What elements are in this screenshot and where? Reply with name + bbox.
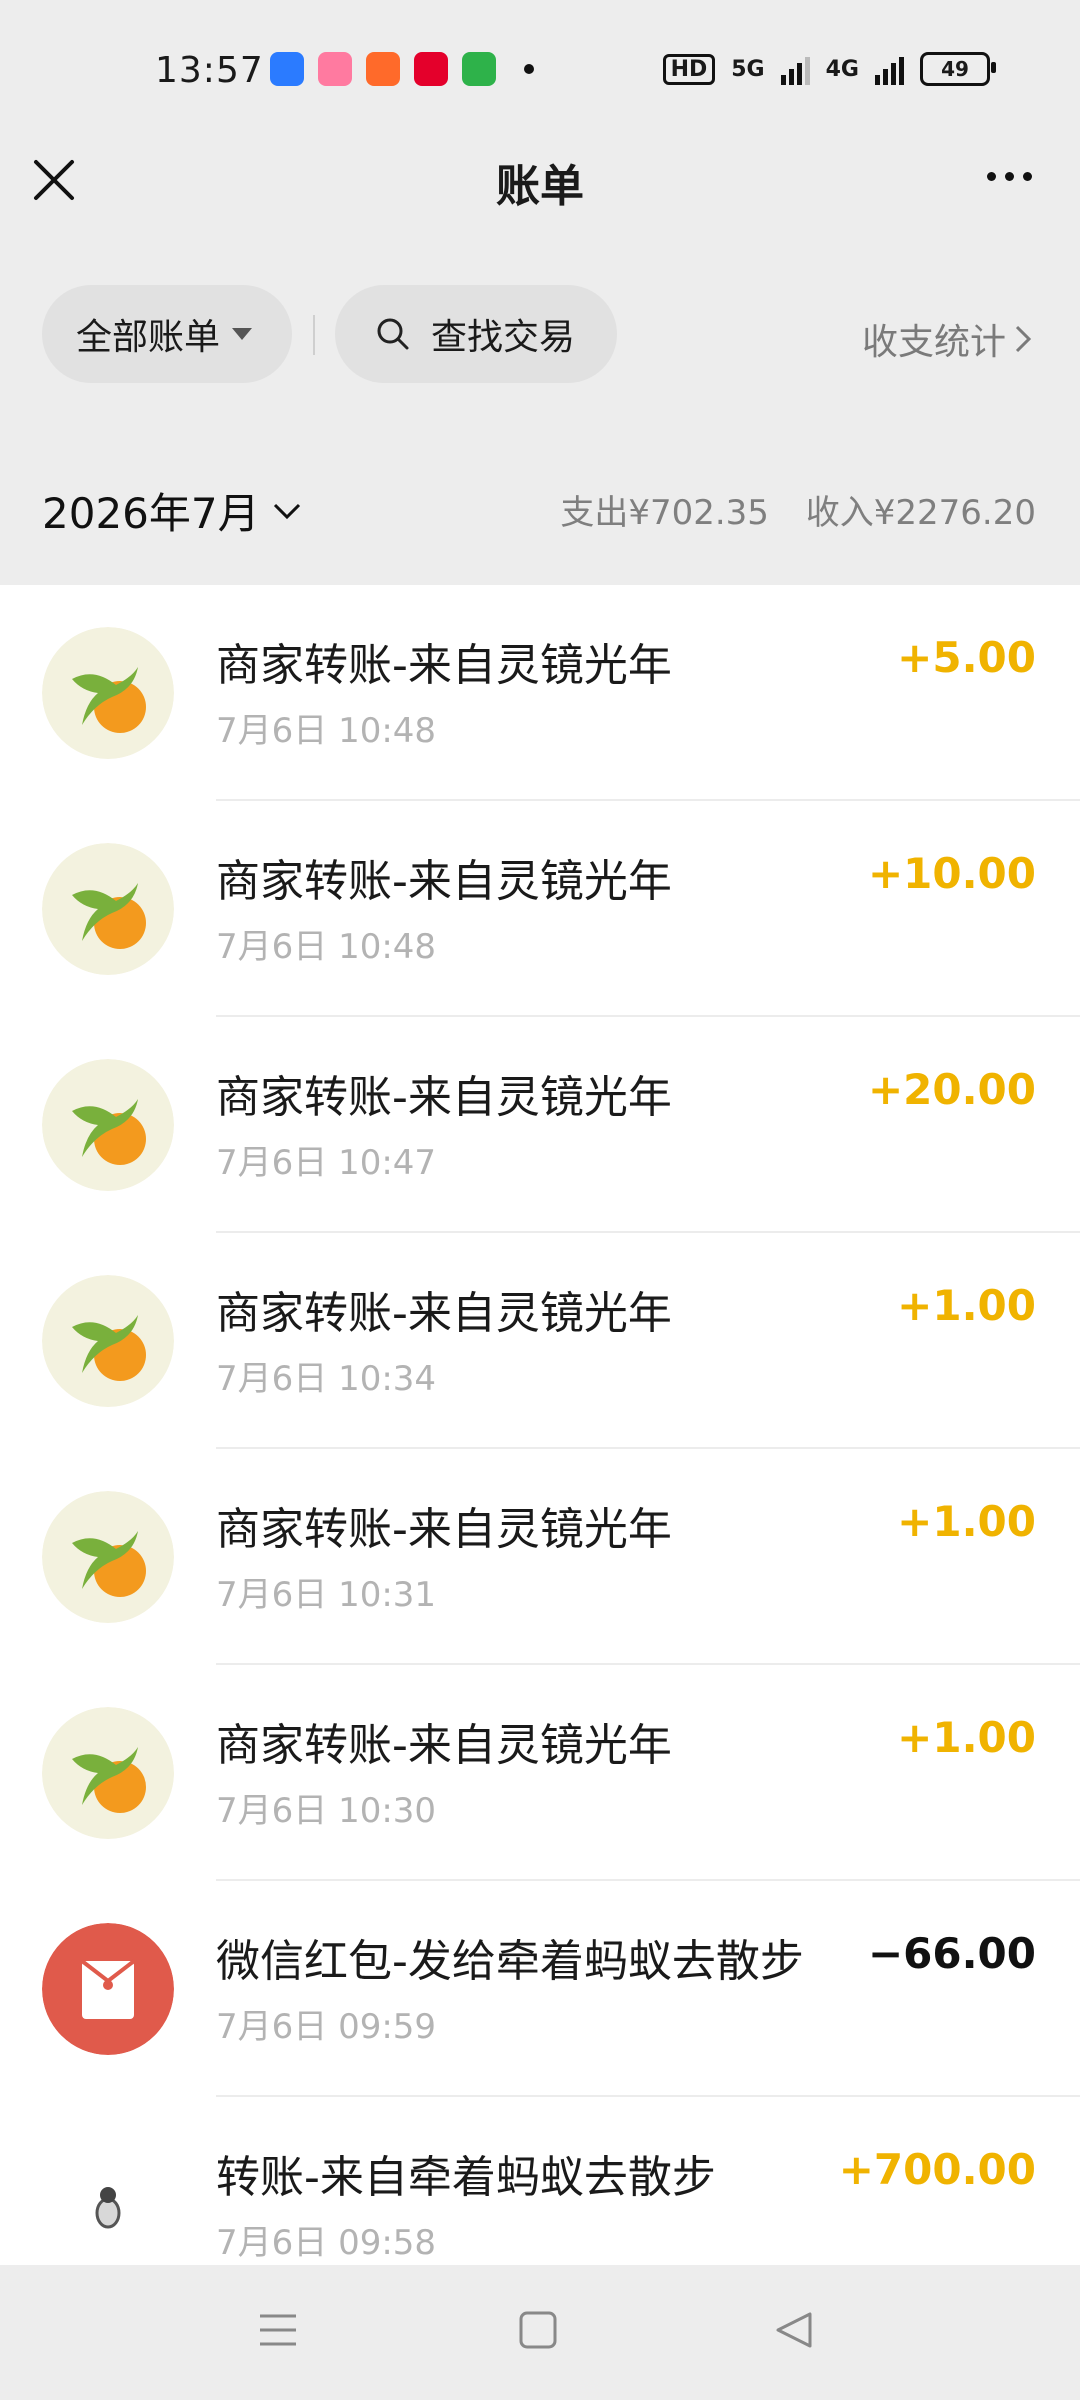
transaction-amount: +10.00 — [867, 849, 1036, 898]
search-icon — [377, 318, 409, 350]
page-title: 账单 — [496, 161, 584, 212]
month-summary: 2026年7月 支出¥702.35 收入¥2276.20 — [0, 430, 1080, 585]
transaction-amount: +1.00 — [897, 1281, 1036, 1330]
app-icon — [414, 52, 448, 86]
transaction-row[interactable]: 微信红包-发给牵着蚂蚁去散步 7月6日 09:59 −66.00 — [0, 1881, 1080, 2097]
app-icon — [318, 52, 352, 86]
user-avatar-icon — [42, 2139, 174, 2265]
income-total: 收入¥2276.20 — [805, 493, 1036, 533]
network-4g-label: 4G — [825, 56, 859, 82]
merchant-bird-orange-icon — [42, 1059, 174, 1191]
all-bills-label: 全部账单 — [76, 317, 221, 358]
chevron-right-icon — [1015, 325, 1032, 353]
back-icon[interactable] — [774, 2310, 814, 2350]
signal-icon — [875, 53, 904, 85]
month-selector[interactable]: 2026年7月 — [42, 480, 302, 541]
hd-icon: HD — [662, 53, 716, 85]
transaction-amount: +1.00 — [897, 1497, 1036, 1546]
transaction-amount: +20.00 — [867, 1065, 1036, 1114]
oppo-app-icon — [462, 52, 496, 86]
transaction-list: 商家转账-来自灵镜光年 7月6日 10:48 +5.00 商家转账-来自灵镜光年… — [0, 585, 1080, 2265]
network-5g-label: 5G — [731, 56, 765, 82]
transaction-row[interactable]: 转账-来自牵着蚂蚁去散步 7月6日 09:58 +700.00 — [0, 2097, 1080, 2265]
search-transactions-button[interactable]: 查找交易 — [335, 285, 617, 383]
transaction-time: 7月6日 10:47 — [216, 1143, 437, 1183]
transaction-row[interactable]: 商家转账-来自灵镜光年 7月6日 10:48 +10.00 — [0, 801, 1080, 1017]
transaction-time: 7月6日 10:31 — [216, 1575, 437, 1615]
all-bills-dropdown[interactable]: 全部账单 — [42, 285, 292, 383]
home-icon[interactable] — [518, 2310, 558, 2350]
search-label: 查找交易 — [431, 317, 576, 358]
more-notifications-icon — [524, 64, 534, 74]
menu-icon[interactable] — [258, 2310, 298, 2350]
transaction-time: 7月6日 10:48 — [216, 927, 437, 967]
transaction-amount: +700.00 — [838, 2145, 1036, 2194]
signal-icon — [780, 53, 810, 85]
battery-level: 49 — [941, 57, 969, 81]
merchant-bird-orange-icon — [42, 1491, 174, 1623]
transaction-amount: +5.00 — [897, 633, 1036, 682]
transaction-time: 7月6日 10:48 — [216, 711, 437, 751]
transaction-row[interactable]: 商家转账-来自灵镜光年 7月6日 10:34 +1.00 — [0, 1233, 1080, 1449]
transaction-name: 商家转账-来自灵镜光年 — [216, 1720, 672, 1771]
chevron-down-icon — [273, 503, 300, 519]
status-indicators: HD 5G 4G 49 — [662, 52, 996, 86]
transaction-name: 商家转账-来自灵镜光年 — [216, 640, 672, 691]
system-navigation-bar — [0, 2265, 1080, 2400]
transaction-row[interactable]: 商家转账-来自灵镜光年 7月6日 10:30 +1.00 — [0, 1665, 1080, 1881]
transaction-name: 转账-来自牵着蚂蚁去散步 — [216, 2152, 716, 2203]
month-label: 2026年7月 — [42, 489, 260, 538]
red-packet-icon — [42, 1923, 174, 2055]
expense-total: 支出¥702.35 — [560, 493, 769, 533]
transaction-name: 商家转账-来自灵镜光年 — [216, 856, 672, 907]
transaction-amount: +1.00 — [897, 1713, 1036, 1762]
message-app-icon — [270, 52, 304, 86]
transaction-time: 7月6日 09:59 — [216, 2007, 437, 2047]
battery-icon: 49 — [920, 52, 996, 86]
status-time: 13:57 — [155, 50, 264, 91]
transaction-name: 商家转账-来自灵镜光年 — [216, 1072, 672, 1123]
transaction-row[interactable]: 商家转账-来自灵镜光年 7月6日 10:47 +20.00 — [0, 1017, 1080, 1233]
transaction-row[interactable]: 商家转账-来自灵镜光年 7月6日 10:48 +5.00 — [0, 585, 1080, 801]
notification-icons — [270, 52, 534, 86]
divider — [313, 315, 315, 355]
stats-label: 收支统计 — [861, 322, 1006, 363]
transaction-name: 商家转账-来自灵镜光年 — [216, 1504, 672, 1555]
filter-bar: 全部账单 查找交易 收支统计 — [0, 285, 1080, 385]
transaction-name: 微信红包-发给牵着蚂蚁去散步 — [216, 1936, 804, 1987]
app-icon — [366, 52, 400, 86]
month-totals: 支出¥702.35 收入¥2276.20 — [534, 485, 1036, 534]
transaction-time: 7月6日 10:34 — [216, 1359, 437, 1399]
merchant-bird-orange-icon — [42, 843, 174, 975]
transaction-amount: −66.00 — [867, 1929, 1036, 1978]
income-expense-stats-link[interactable]: 收支统计 — [862, 313, 1032, 365]
transaction-time: 7月6日 10:30 — [216, 1791, 437, 1831]
merchant-bird-orange-icon — [42, 1275, 174, 1407]
merchant-bird-orange-icon — [42, 1707, 174, 1839]
transaction-row[interactable]: 商家转账-来自灵镜光年 7月6日 10:31 +1.00 — [0, 1449, 1080, 1665]
more-options-icon[interactable] — [987, 172, 1032, 181]
merchant-bird-orange-icon — [42, 627, 174, 759]
status-bar: 13:57 HD 5G 4G 49 — [0, 0, 1080, 140]
dropdown-caret-icon — [232, 328, 253, 340]
transaction-time: 7月6日 09:58 — [216, 2223, 437, 2263]
transaction-name: 商家转账-来自灵镜光年 — [216, 1288, 672, 1339]
